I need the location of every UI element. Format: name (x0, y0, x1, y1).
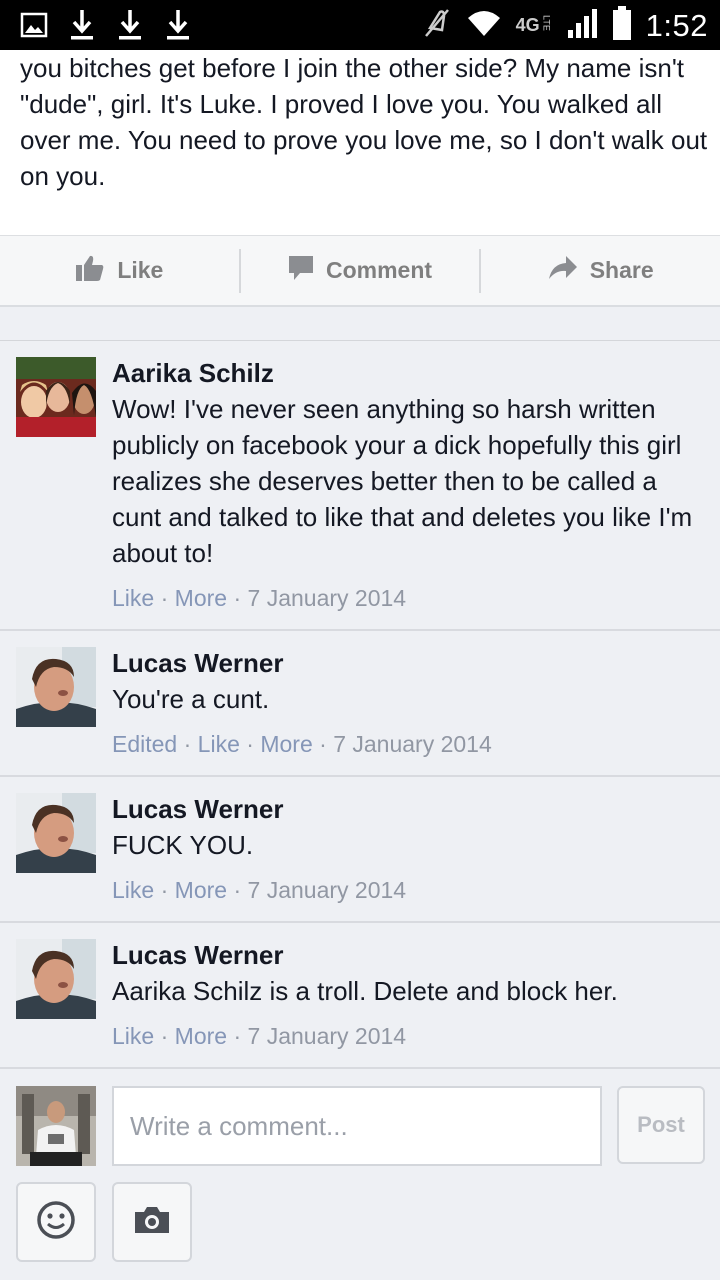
signal-icon (566, 8, 598, 43)
comment-date: 7 January 2014 (247, 1023, 407, 1049)
comment-more-link[interactable]: More (260, 731, 312, 757)
avatar[interactable] (16, 357, 96, 437)
comment-date: 7 January 2014 (247, 585, 407, 611)
comment-meta: Like · More · 7 January 2014 (112, 875, 712, 905)
avatar[interactable] (16, 647, 96, 727)
comment-list: Aarika Schilz Wow! I've never seen anyth… (0, 341, 720, 1069)
meta-separator: · (160, 877, 175, 903)
post-body: you bitches get before I join the other … (0, 50, 720, 235)
comment-like-link[interactable]: Like (198, 731, 240, 757)
comment-text: You're a cunt. (112, 684, 270, 714)
comment-author[interactable]: Lucas Werner (112, 645, 712, 681)
thumbs-up-icon (75, 254, 105, 288)
comment-author[interactable]: Lucas Werner (112, 937, 712, 973)
wifi-icon (466, 8, 502, 43)
avatar[interactable] (16, 793, 96, 873)
comment-text: Aarika Schilz is a troll. Delete and blo… (112, 976, 618, 1006)
status-bar: 4G LTE 1:52 (0, 0, 720, 50)
image-icon (20, 11, 48, 44)
download-icon (164, 8, 192, 47)
battery-icon (612, 6, 632, 45)
comment-author[interactable]: Aarika Schilz (112, 355, 712, 391)
smiley-icon (36, 1200, 76, 1245)
avatar[interactable] (16, 939, 96, 1019)
download-icon (68, 8, 96, 47)
comment-like-link[interactable]: Like (112, 877, 154, 903)
comment-like-link[interactable]: Like (112, 1023, 154, 1049)
clock: 1:52 (645, 7, 708, 43)
mute-icon (422, 6, 452, 45)
my-avatar (16, 1086, 96, 1166)
sticker-button[interactable] (16, 1182, 96, 1262)
meta-separator: · (183, 731, 198, 757)
comment-author[interactable]: Lucas Werner (112, 791, 712, 827)
photo-button[interactable] (112, 1182, 192, 1262)
comment-composer: Post (0, 1070, 720, 1280)
comment-date: 7 January 2014 (333, 731, 492, 757)
comment-like-link[interactable]: Like (112, 585, 154, 611)
post-actions-bar: Like Comment Share (0, 235, 720, 307)
comment-input[interactable] (112, 1086, 602, 1166)
meta-separator: · (160, 585, 175, 611)
meta-separator: · (233, 585, 248, 611)
comment-more-link[interactable]: More (175, 1023, 227, 1049)
comment-text: Wow! I've never seen anything so harsh w… (112, 394, 693, 568)
like-button[interactable]: Like (0, 236, 239, 305)
post-button[interactable]: Post (617, 1086, 705, 1164)
comment-item: Aarika Schilz Wow! I've never seen anyth… (0, 341, 720, 631)
comment-item: Lucas Werner Aarika Schilz is a troll. D… (0, 923, 720, 1069)
comment-meta: Like · More · 7 January 2014 (112, 583, 712, 613)
share-button[interactable]: Share (481, 236, 720, 305)
comment-label: Comment (325, 257, 433, 283)
download-icon (116, 8, 144, 47)
meta-separator: · (233, 1023, 248, 1049)
comment-item: Lucas Werner You're a cunt. Edited · Lik… (0, 631, 720, 777)
comment-bubble-icon (288, 254, 314, 288)
share-label: Share (589, 257, 654, 283)
comment-more-link[interactable]: More (175, 585, 227, 611)
comment-meta: Edited · Like · More · 7 January 2014 (112, 729, 712, 759)
separator (0, 307, 720, 341)
comment-meta: Like · More · 7 January 2014 (112, 1021, 712, 1051)
comment-item: Lucas Werner FUCK YOU. Like · More · 7 J… (0, 777, 720, 923)
comment-edited-link[interactable]: Edited (112, 731, 177, 757)
meta-separator: · (246, 731, 261, 757)
lte-icon: 4G LTE (515, 15, 552, 35)
comment-button[interactable]: Comment (241, 236, 480, 305)
comment-more-link[interactable]: More (175, 877, 227, 903)
post-text: you bitches get before I join the other … (20, 53, 708, 191)
meta-separator: · (319, 731, 334, 757)
meta-separator: · (160, 1023, 175, 1049)
comment-text: FUCK YOU. (112, 830, 254, 860)
comment-date: 7 January 2014 (247, 877, 407, 903)
share-arrow-icon (548, 255, 578, 287)
meta-separator: · (233, 877, 248, 903)
like-label: Like (117, 257, 164, 283)
camera-icon (133, 1205, 171, 1240)
